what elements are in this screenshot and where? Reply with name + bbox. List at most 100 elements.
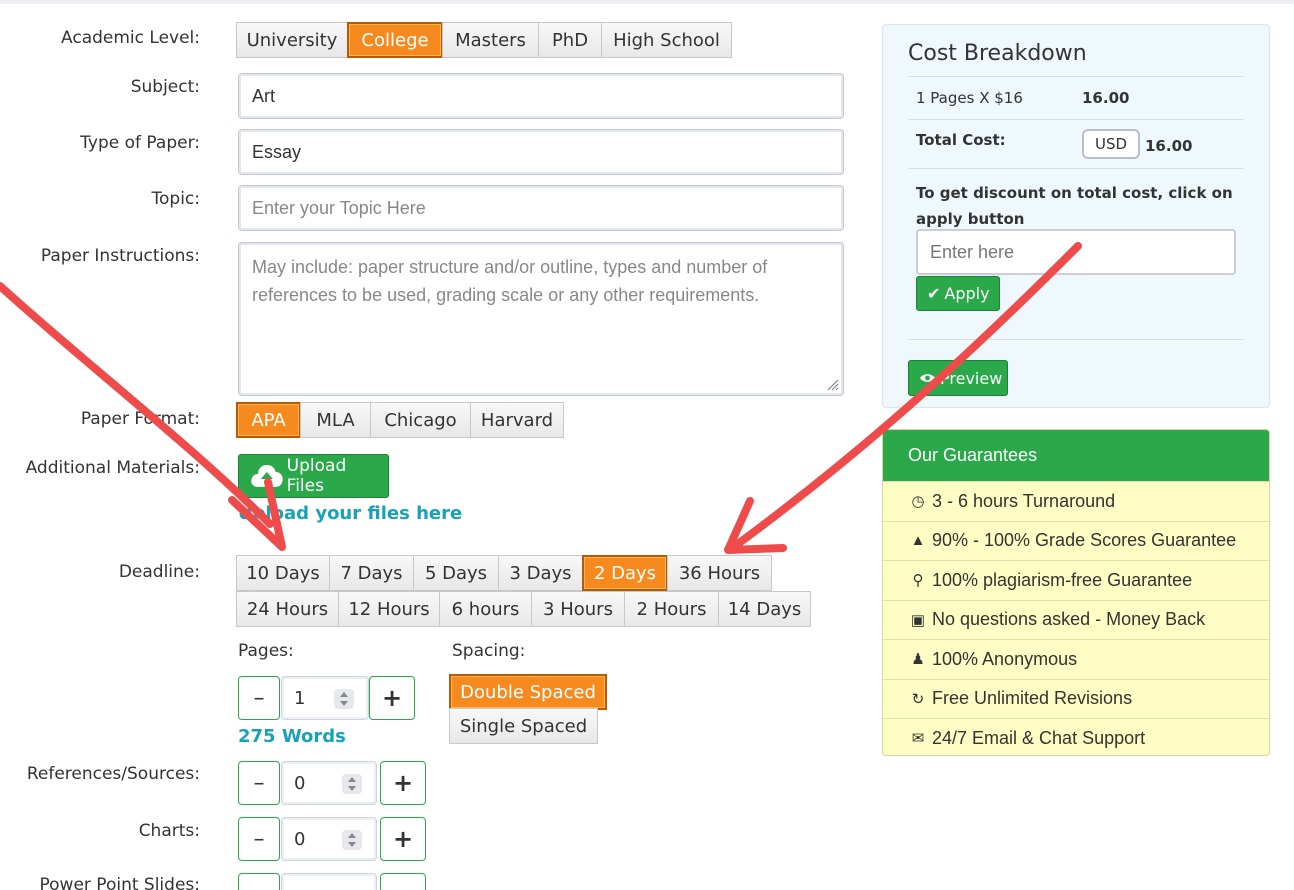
- pages-plus-button[interactable]: +: [369, 676, 415, 720]
- user-secret-icon: ♟: [911, 651, 925, 669]
- words-count: 275 Words: [238, 726, 346, 747]
- deadline-36-hours-button[interactable]: 36 Hours: [667, 555, 772, 591]
- paper-type-label: Type of Paper:: [80, 133, 200, 153]
- references-plus-button[interactable]: +: [380, 761, 426, 805]
- academic-level-group: University College Masters PhD High Scho…: [236, 22, 732, 58]
- upload-files-link[interactable]: Upload your files here: [238, 503, 462, 524]
- pages-minus-button[interactable]: –: [238, 676, 280, 720]
- pages-input[interactable]: 1: [281, 676, 369, 720]
- spacing-label: Spacing:: [452, 641, 526, 661]
- resize-grip-icon[interactable]: [825, 377, 839, 391]
- deadline-label: Deadline:: [118, 562, 200, 582]
- total-cost-label: Total Cost:: [916, 131, 1006, 149]
- guarantee-item: ▲ 90% - 100% Grade Scores Guarantee: [883, 520, 1269, 561]
- guarantees-panel: Our Guarantees ◷ 3 - 6 hours Turnaround ▲…: [882, 429, 1270, 756]
- eye-icon: [920, 374, 935, 382]
- guarantee-text: 90% - 100% Grade Scores Guarantee: [932, 530, 1237, 551]
- guarantee-item: ↻ Free Unlimited Revisions: [883, 678, 1269, 719]
- preview-label: Preview: [940, 368, 1003, 388]
- level-phd-button[interactable]: PhD: [538, 22, 602, 58]
- deadline-6-hours-button[interactable]: 6 hours: [439, 591, 532, 627]
- upload-files-button[interactable]: Upload Files: [238, 454, 389, 498]
- guarantee-text: No questions asked - Money Back: [932, 609, 1206, 630]
- refresh-icon: ↻: [911, 690, 925, 708]
- slides-input[interactable]: [281, 873, 377, 890]
- spacing-double-button[interactable]: Double Spaced: [449, 674, 607, 710]
- pages-label: Pages:: [238, 641, 294, 661]
- charts-label: Charts:: [138, 821, 200, 841]
- topic-input[interactable]: Enter your Topic Here: [238, 185, 844, 231]
- format-chicago-button[interactable]: Chicago: [370, 402, 471, 438]
- deadline-row-2: 24 Hours 12 Hours 6 hours 3 Hours 2 Hour…: [236, 591, 811, 627]
- guarantee-item: ✉ 24/7 Email & Chat Support: [883, 718, 1269, 755]
- deadline-2-days-button[interactable]: 2 Days: [582, 555, 668, 591]
- search-icon: ⚲: [912, 572, 924, 590]
- deadline-10-days-button[interactable]: 10 Days: [236, 555, 330, 591]
- guarantee-item: ◷ 3 - 6 hours Turnaround: [883, 481, 1269, 521]
- charts-input[interactable]: 0: [281, 817, 377, 861]
- deadline-3-hours-button[interactable]: 3 Hours: [531, 591, 625, 627]
- format-harvard-button[interactable]: Harvard: [470, 402, 564, 438]
- pages-value: 1: [294, 687, 306, 709]
- slides-minus-button[interactable]: [238, 873, 280, 890]
- pages-spinner-icon[interactable]: [334, 689, 354, 709]
- cost-breakdown-panel: Cost Breakdown 1 Pages X $16 16.00 Total…: [882, 24, 1270, 408]
- comments-icon: ✉: [911, 730, 925, 748]
- format-mla-button[interactable]: MLA: [300, 402, 371, 438]
- deadline-5-days-button[interactable]: 5 Days: [413, 555, 499, 591]
- coupon-input[interactable]: Enter here: [916, 229, 1236, 275]
- deadline-12-hours-button[interactable]: 12 Hours: [338, 591, 440, 627]
- topic-label: Topic:: [151, 189, 201, 209]
- divider: [908, 168, 1244, 169]
- materials-label: Additional Materials:: [25, 458, 200, 478]
- level-highschool-button[interactable]: High School: [601, 22, 732, 58]
- red-arrow-left-icon: [0, 282, 274, 528]
- paper-format-group: APA MLA Chicago Harvard: [236, 402, 564, 438]
- deadline-3-days-button[interactable]: 3 Days: [498, 555, 583, 591]
- charts-spinner-icon[interactable]: [342, 830, 362, 850]
- academic-level-label: Academic Level:: [61, 28, 200, 48]
- slides-plus-button[interactable]: [380, 873, 426, 890]
- paper-format-label: Paper Format:: [80, 409, 200, 429]
- cost-line-value: 16.00: [1082, 89, 1130, 107]
- graduation-cap-icon: ▲: [910, 532, 926, 550]
- level-university-button[interactable]: University: [236, 22, 348, 58]
- cloud-upload-icon: [251, 464, 283, 487]
- guarantee-text: Free Unlimited Revisions: [932, 688, 1133, 709]
- divider: [908, 119, 1244, 120]
- references-minus-button[interactable]: –: [238, 761, 280, 805]
- guarantee-item: ▣ No questions asked - Money Back: [883, 599, 1269, 640]
- deadline-2-hours-button[interactable]: 2 Hours: [624, 591, 719, 627]
- guarantees-title: Our Guarantees: [883, 430, 1269, 481]
- level-college-button[interactable]: College: [347, 22, 443, 58]
- format-apa-button[interactable]: APA: [236, 402, 301, 438]
- apply-button[interactable]: ✔ Apply: [916, 276, 1000, 311]
- cost-breakdown-title: Cost Breakdown: [908, 41, 1087, 66]
- deadline-14-days-button[interactable]: 14 Days: [718, 591, 811, 627]
- references-label: References/Sources:: [26, 764, 200, 784]
- guarantee-text: 24/7 Email & Chat Support: [932, 727, 1146, 748]
- charts-plus-button[interactable]: +: [380, 817, 426, 861]
- instructions-label: Paper Instructions:: [40, 246, 200, 266]
- spacing-single-button[interactable]: Single Spaced: [449, 708, 598, 744]
- slides-label: Power Point Slides:: [39, 875, 201, 890]
- red-arrowhead-right-icon: [724, 497, 787, 554]
- currency-select[interactable]: USD: [1082, 129, 1140, 159]
- deadline-24-hours-button[interactable]: 24 Hours: [236, 591, 339, 627]
- paper-type-select[interactable]: Essay: [238, 129, 844, 175]
- money-icon: ▣: [910, 611, 926, 629]
- instructions-textarea[interactable]: May include: paper structure and/or outl…: [238, 242, 844, 396]
- charts-minus-button[interactable]: –: [238, 817, 280, 861]
- preview-button[interactable]: Preview: [908, 360, 1008, 396]
- subject-select[interactable]: Art: [238, 73, 844, 119]
- level-masters-button[interactable]: Masters: [442, 22, 539, 58]
- deadline-7-days-button[interactable]: 7 Days: [329, 555, 414, 591]
- instructions-placeholder: May include: paper structure and/or outl…: [252, 257, 768, 305]
- upload-files-label: Upload Files: [286, 456, 347, 496]
- guarantee-text: 3 - 6 hours Turnaround: [932, 490, 1116, 511]
- references-input[interactable]: 0: [281, 761, 377, 805]
- references-value: 0: [294, 772, 306, 794]
- guarantee-text: 100% plagiarism-free Guarantee: [932, 569, 1193, 590]
- guarantee-item: ♟ 100% Anonymous: [883, 639, 1269, 679]
- references-spinner-icon[interactable]: [342, 774, 362, 794]
